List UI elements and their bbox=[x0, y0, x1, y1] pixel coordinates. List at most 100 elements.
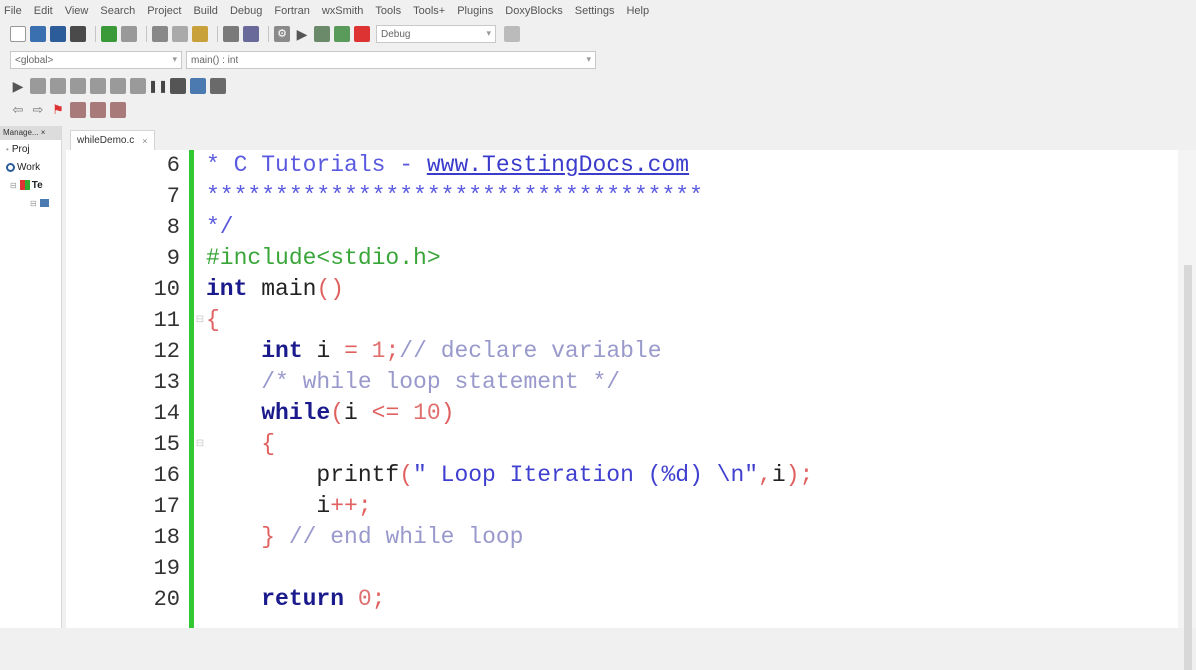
code-line[interactable]: 9 #include<stdio.h> bbox=[66, 243, 1176, 274]
paste-icon[interactable] bbox=[192, 26, 208, 42]
run-icon[interactable]: ▶ bbox=[294, 26, 310, 42]
menu-wxsmith[interactable]: wxSmith bbox=[322, 5, 364, 17]
code-completion-toolbar: <global> ▾ main() : int ▾ bbox=[0, 47, 1196, 73]
menu-view[interactable]: View bbox=[65, 5, 89, 17]
replace-icon[interactable] bbox=[243, 26, 259, 42]
stop-icon[interactable] bbox=[170, 78, 186, 94]
menu-tools[interactable]: Tools bbox=[375, 5, 401, 17]
code-line[interactable]: 12 int i = 1;// declare variable bbox=[66, 336, 1176, 367]
undo-icon[interactable] bbox=[101, 26, 117, 42]
build-target-select[interactable]: Debug ▾ bbox=[376, 25, 496, 43]
workspace-node[interactable]: Work bbox=[0, 158, 61, 176]
prev-bookmark-icon[interactable] bbox=[70, 102, 86, 118]
code-line[interactable]: 18 } // end while loop bbox=[66, 522, 1176, 553]
menu-project[interactable]: Project bbox=[147, 5, 181, 17]
code-line[interactable]: 13 /* while loop statement */ bbox=[66, 367, 1176, 398]
build-run-icon[interactable] bbox=[314, 26, 330, 42]
menu-plugins[interactable]: Plugins bbox=[457, 5, 493, 17]
code-token-str: " Loop Iteration (%d) \n" bbox=[413, 462, 759, 488]
projects-tab[interactable]: • Proj bbox=[0, 140, 61, 158]
menu-search[interactable]: Search bbox=[100, 5, 135, 17]
sources-folder-node[interactable]: ⊟ bbox=[0, 194, 61, 212]
management-panel-tab[interactable]: Manage... × bbox=[0, 126, 61, 140]
code-line[interactable]: 15 ⊟ { bbox=[66, 429, 1176, 460]
next-instruction-icon[interactable] bbox=[70, 78, 86, 94]
code-token-op: ); bbox=[785, 462, 814, 488]
build-icon[interactable]: ⚙ bbox=[274, 26, 290, 42]
function-select[interactable]: main() : int ▾ bbox=[186, 51, 596, 69]
menu-build[interactable]: Build bbox=[193, 5, 217, 17]
code-line[interactable]: 14 while(i <= 10) bbox=[66, 398, 1176, 429]
code-token-num: 1 bbox=[357, 338, 386, 364]
menu-file[interactable]: File bbox=[4, 5, 22, 17]
code-line[interactable]: 11 ⊟{ bbox=[66, 305, 1176, 336]
clear-bookmarks-icon[interactable] bbox=[110, 102, 126, 118]
find-icon[interactable] bbox=[223, 26, 239, 42]
line-number: 20 bbox=[153, 587, 180, 612]
back-arrow-icon[interactable]: ⇦ bbox=[10, 102, 26, 118]
project-node[interactable]: ⊟ Te bbox=[0, 176, 61, 194]
code-line[interactable]: 7 ************************************ bbox=[66, 181, 1176, 212]
next-line-icon[interactable] bbox=[50, 78, 66, 94]
toolbar-separator bbox=[95, 26, 96, 42]
tab-whiledemo-c[interactable]: whileDemo.c × bbox=[70, 130, 155, 150]
cut-icon[interactable] bbox=[152, 26, 168, 42]
scope-select[interactable]: <global> ▾ bbox=[10, 51, 182, 69]
copy-icon[interactable] bbox=[172, 26, 188, 42]
debug-info-icon[interactable] bbox=[210, 78, 226, 94]
menu-tools-plus[interactable]: Tools+ bbox=[413, 5, 445, 17]
line-number: 14 bbox=[153, 401, 180, 426]
step-out-icon[interactable] bbox=[110, 78, 126, 94]
code-line[interactable]: 10 int main() bbox=[66, 274, 1176, 305]
forward-arrow-icon[interactable]: ⇨ bbox=[30, 102, 46, 118]
code-line[interactable]: 17 i++; bbox=[66, 491, 1176, 522]
code-text: */ bbox=[206, 212, 234, 243]
line-number: 17 bbox=[153, 494, 180, 519]
pause-icon[interactable]: ❚❚ bbox=[148, 78, 168, 94]
build-target-value: Debug bbox=[381, 28, 411, 40]
fold-marker-icon[interactable]: ⊟ bbox=[194, 429, 206, 460]
scrollbar-thumb[interactable] bbox=[1184, 265, 1192, 670]
next-bookmark-icon[interactable] bbox=[90, 102, 106, 118]
code-line[interactable]: 8 */ bbox=[66, 212, 1176, 243]
bookmark-flag-icon[interactable]: ⚑ bbox=[50, 102, 66, 118]
menu-help[interactable]: Help bbox=[626, 5, 649, 17]
code-line[interactable]: 16 printf(" Loop Iteration (%d) \n",i); bbox=[66, 460, 1176, 491]
code-line[interactable]: 6 * C Tutorials - www.TestingDocs.com bbox=[66, 150, 1176, 181]
code-text: * C Tutorials - www.TestingDocs.com bbox=[206, 150, 689, 181]
menu-debug[interactable]: Debug bbox=[230, 5, 262, 17]
code-token-op: <= bbox=[371, 400, 400, 426]
redo-icon[interactable] bbox=[121, 26, 137, 42]
menu-fortran[interactable]: Fortran bbox=[274, 5, 309, 17]
code-line[interactable]: 20 return 0; bbox=[66, 584, 1176, 615]
menu-edit[interactable]: Edit bbox=[34, 5, 53, 17]
debug-start-icon[interactable]: ▶ bbox=[10, 78, 26, 94]
menu-doxyblocks[interactable]: DoxyBlocks bbox=[505, 5, 562, 17]
abort-icon[interactable] bbox=[354, 26, 370, 42]
step-into-icon[interactable] bbox=[90, 78, 106, 94]
code-area[interactable]: 6 * C Tutorials - www.TestingDocs.com 7 ***… bbox=[66, 150, 1176, 615]
code-line[interactable]: 19 bbox=[66, 553, 1176, 584]
new-file-icon[interactable] bbox=[10, 26, 26, 42]
line-number: 16 bbox=[153, 463, 180, 488]
save-all-icon[interactable] bbox=[70, 26, 86, 42]
save-icon[interactable] bbox=[50, 26, 66, 42]
step-instruction-icon[interactable] bbox=[130, 78, 146, 94]
code-token-op: { bbox=[261, 431, 276, 457]
code-token-op: { bbox=[206, 307, 220, 333]
fold-marker-icon[interactable]: ⊟ bbox=[194, 305, 206, 336]
code-editor[interactable]: 6 * C Tutorials - www.TestingDocs.com 7 ***… bbox=[66, 150, 1196, 628]
code-token-plain: printf bbox=[206, 462, 400, 488]
close-icon[interactable]: × bbox=[142, 136, 147, 146]
vertical-scrollbar[interactable] bbox=[1178, 150, 1196, 670]
run-to-cursor-icon[interactable] bbox=[30, 78, 46, 94]
rebuild-icon[interactable] bbox=[334, 26, 350, 42]
code-token-op: , bbox=[758, 462, 772, 488]
open-icon[interactable] bbox=[30, 26, 46, 42]
menu-settings[interactable]: Settings bbox=[575, 5, 615, 17]
chevron-down-icon: ▾ bbox=[586, 54, 591, 64]
target-options-icon[interactable] bbox=[504, 26, 520, 42]
debug-windows-icon[interactable] bbox=[190, 78, 206, 94]
code-text: return 0; bbox=[206, 584, 385, 615]
